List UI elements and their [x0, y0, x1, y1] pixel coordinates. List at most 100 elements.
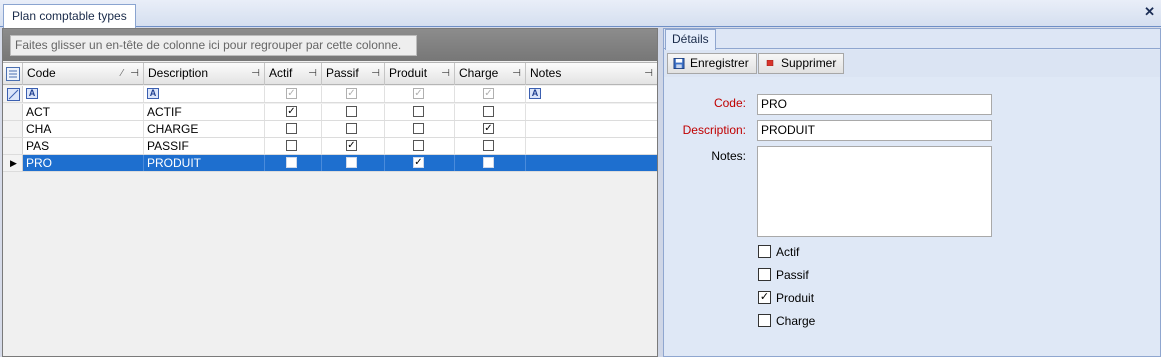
checkbox-icon[interactable]	[413, 106, 424, 117]
checkbox-icon[interactable]: ✓	[413, 157, 424, 168]
actif-checkbox[interactable]	[758, 245, 771, 258]
cell-charge[interactable]: ✓	[455, 121, 526, 137]
table-row[interactable]: ACT ACTIF ✓	[3, 104, 657, 121]
filter-cell-description[interactable]: A	[144, 86, 265, 102]
checkbox-icon[interactable]	[413, 140, 424, 151]
checkbox-icon[interactable]: ✓	[346, 140, 357, 151]
pin-icon[interactable]: ⊣	[371, 63, 380, 84]
checkbox-icon[interactable]	[413, 123, 424, 134]
cell-produit[interactable]	[385, 121, 455, 137]
group-by-hint: Faites glisser un en-tête de colonne ici…	[10, 35, 417, 56]
checkbox-icon[interactable]	[483, 140, 494, 151]
filter-checkbox-icon[interactable]: ✓	[413, 88, 424, 99]
checkbox-icon[interactable]: ✓	[286, 106, 297, 117]
tab-plan-comptable-types[interactable]: Plan comptable types	[3, 4, 136, 28]
text-filter-icon[interactable]: A	[147, 88, 159, 99]
column-header-description[interactable]: Description ⊣	[144, 63, 265, 85]
cell-code[interactable]: CHA	[23, 121, 144, 137]
pin-icon[interactable]: ⊣	[130, 63, 139, 84]
passif-checkbox-label[interactable]: Passif	[776, 268, 809, 282]
cell-charge[interactable]	[455, 104, 526, 120]
charge-checkbox-label[interactable]: Charge	[776, 314, 815, 328]
checkbox-icon[interactable]	[483, 157, 494, 168]
column-header-actif[interactable]: Actif ⊣	[265, 63, 322, 85]
pin-icon[interactable]: ⊣	[512, 63, 521, 84]
filter-row-indicator	[3, 86, 23, 102]
checkbox-icon[interactable]	[346, 157, 357, 168]
notes-field[interactable]	[757, 146, 992, 237]
checkbox-icon[interactable]	[346, 123, 357, 134]
cell-actif[interactable]: ✓	[265, 104, 322, 120]
table-row-selected[interactable]: ▶ PRO PRODUIT ✓	[3, 155, 657, 172]
cell-charge[interactable]	[455, 155, 526, 171]
table-row[interactable]: PAS PASSIF ✓	[3, 138, 657, 155]
cell-description[interactable]: CHARGE	[144, 121, 265, 137]
description-field[interactable]: PRODUIT	[757, 120, 992, 141]
column-header-passif[interactable]: Passif ⊣	[322, 63, 385, 85]
pin-icon[interactable]: ⊣	[644, 63, 653, 84]
cell-code[interactable]: ACT	[23, 104, 144, 120]
group-by-panel[interactable]: Faites glisser un en-tête de colonne ici…	[3, 29, 657, 61]
pin-icon[interactable]: ⊣	[251, 63, 260, 84]
cell-description[interactable]: ACTIF	[144, 104, 265, 120]
filter-checkbox-icon[interactable]: ✓	[483, 88, 494, 99]
filter-checkbox-icon[interactable]: ✓	[286, 88, 297, 99]
cell-description[interactable]: PRODUIT	[144, 155, 265, 171]
cell-code[interactable]: PRO	[23, 155, 144, 171]
row-indicator[interactable]	[3, 121, 23, 137]
document-tab-strip: Plan comptable types ✕	[0, 0, 1161, 28]
filter-cell-produit[interactable]: ✓	[385, 86, 455, 102]
table-row[interactable]: CHA CHARGE ✓	[3, 121, 657, 138]
column-header-notes[interactable]: Notes ⊣	[526, 63, 657, 85]
delete-button[interactable]: Supprimer	[758, 53, 845, 74]
produit-checkbox[interactable]: ✓	[758, 291, 771, 304]
delete-button-label: Supprimer	[781, 56, 837, 70]
cell-passif[interactable]	[322, 121, 385, 137]
text-filter-icon[interactable]: A	[529, 88, 541, 99]
row-indicator[interactable]	[3, 104, 23, 120]
tab-details[interactable]: Détails	[665, 29, 716, 50]
checkbox-icon[interactable]	[286, 123, 297, 134]
code-field[interactable]: PRO	[757, 94, 992, 115]
cell-actif[interactable]	[265, 155, 322, 171]
cell-code[interactable]: PAS	[23, 138, 144, 154]
actif-checkbox-label[interactable]: Actif	[776, 245, 799, 259]
details-tab-strip: Détails	[664, 29, 1160, 50]
checkbox-icon[interactable]: ✓	[483, 123, 494, 134]
checkbox-icon[interactable]	[286, 140, 297, 151]
row-indicator[interactable]	[3, 138, 23, 154]
filter-cell-passif[interactable]: ✓	[322, 86, 385, 102]
pin-icon[interactable]: ⊣	[441, 63, 450, 84]
filter-cell-actif[interactable]: ✓	[265, 86, 322, 102]
column-chooser-icon[interactable]	[3, 63, 23, 85]
close-icon[interactable]: ✕	[1144, 4, 1155, 20]
save-button-label: Enregistrer	[690, 56, 749, 70]
filter-checkbox-icon[interactable]: ✓	[346, 88, 357, 99]
pin-icon[interactable]: ⊣	[308, 63, 317, 84]
column-header-produit[interactable]: Produit ⊣	[385, 63, 455, 85]
passif-checkbox[interactable]	[758, 268, 771, 281]
cell-passif[interactable]	[322, 155, 385, 171]
cell-charge[interactable]	[455, 138, 526, 154]
cell-produit[interactable]	[385, 138, 455, 154]
checkbox-icon[interactable]	[346, 106, 357, 117]
save-button[interactable]: Enregistrer	[667, 53, 757, 74]
cell-actif[interactable]	[265, 121, 322, 137]
cell-produit[interactable]: ✓	[385, 155, 455, 171]
cell-produit[interactable]	[385, 104, 455, 120]
text-filter-icon[interactable]: A	[26, 88, 38, 99]
column-header-label: Description	[148, 66, 209, 80]
row-indicator[interactable]: ▶	[3, 155, 23, 171]
produit-checkbox-label[interactable]: Produit	[776, 291, 814, 305]
cell-description[interactable]: PASSIF	[144, 138, 265, 154]
charge-checkbox[interactable]	[758, 314, 771, 327]
checkbox-icon[interactable]	[286, 157, 297, 168]
column-header-charge[interactable]: Charge ⊣	[455, 63, 526, 85]
column-header-code[interactable]: Code ⁄ ⊣	[23, 63, 144, 85]
cell-passif[interactable]	[322, 104, 385, 120]
checkbox-icon[interactable]	[483, 106, 494, 117]
cell-actif[interactable]	[265, 138, 322, 154]
filter-cell-charge[interactable]: ✓	[455, 86, 526, 102]
filter-cell-code[interactable]: A	[23, 86, 144, 102]
cell-passif[interactable]: ✓	[322, 138, 385, 154]
